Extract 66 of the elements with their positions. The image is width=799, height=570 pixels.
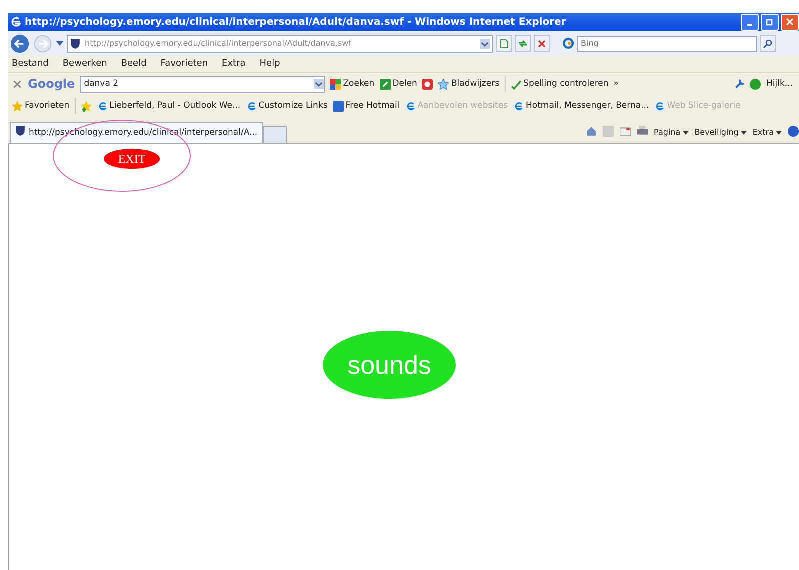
- exit-button[interactable]: EXIT: [104, 149, 160, 169]
- browser-page-icon: [654, 100, 666, 112]
- minimize-icon: [747, 24, 753, 26]
- squares-icon: [330, 78, 342, 90]
- page-icon: [499, 38, 509, 48]
- search-icon: [763, 38, 773, 48]
- favorite-link[interactable]: Customize Links: [246, 100, 328, 112]
- wrench-icon[interactable]: [734, 78, 746, 90]
- command-menu[interactable]: Beveiliging: [694, 128, 747, 137]
- compatibility-button[interactable]: [496, 35, 512, 52]
- caret-icon: [776, 130, 782, 134]
- print-icon[interactable]: [637, 126, 648, 137]
- stop-button[interactable]: [534, 35, 550, 52]
- star-icon: [438, 78, 450, 90]
- close-icon[interactable]: [12, 78, 23, 90]
- favorite-link[interactable]: Free Hotmail: [332, 100, 400, 112]
- restore-icon: [765, 17, 775, 27]
- dropdown-arrow-icon[interactable]: [56, 41, 64, 46]
- toolbar-button[interactable]: Bladwijzers: [438, 78, 500, 90]
- search-button[interactable]: [760, 35, 776, 52]
- menu-item[interactable]: Bewerken: [62, 59, 108, 69]
- browser-page-icon: [404, 100, 416, 112]
- search-field[interactable]: Bing: [577, 36, 757, 52]
- command-menu[interactable]: Pagina: [654, 128, 689, 137]
- browser-logo-icon: [10, 16, 22, 28]
- caret-icon: [682, 130, 689, 134]
- command-menu[interactable]: Extra: [752, 128, 782, 137]
- share-icon: [380, 78, 391, 90]
- star-icon: [12, 100, 23, 112]
- address-field[interactable]: http://psychology.emory.edu/clinical/interpersonal/Adult/danva.swf: [67, 34, 493, 52]
- toolbar-icon[interactable]: [422, 78, 434, 90]
- menu-item[interactable]: Favorieten: [160, 59, 208, 69]
- restore-button[interactable]: [761, 14, 779, 30]
- refresh-icon: [518, 38, 528, 48]
- account-name[interactable]: Hijlk...: [766, 79, 793, 89]
- toolbar-button[interactable]: Delen: [380, 78, 418, 90]
- check-icon: [510, 78, 522, 90]
- search-field[interactable]: danva 2: [80, 76, 326, 92]
- add-favorite-icon[interactable]: [80, 100, 92, 112]
- browser-page-icon: [513, 100, 524, 112]
- shield-icon: [15, 124, 26, 136]
- google-logo: Google: [28, 77, 76, 91]
- toolbar-button[interactable]: Zoeken: [330, 78, 375, 90]
- browser-page-icon: [246, 100, 257, 112]
- menu-item[interactable]: Help: [260, 59, 280, 69]
- back-button[interactable]: [10, 34, 30, 54]
- favorites-button[interactable]: Favorieten: [12, 100, 70, 112]
- favorite-link[interactable]: Hotmail, Messenger, Berna...: [513, 100, 650, 112]
- close-icon: [785, 17, 795, 27]
- home-icon[interactable]: [586, 126, 598, 137]
- shield-icon: [70, 38, 81, 49]
- toolbar-button[interactable]: Spelling controleren: [510, 78, 609, 90]
- menu-item[interactable]: Bestand: [12, 59, 49, 69]
- menu-item[interactable]: Beeld: [121, 59, 147, 69]
- stop-icon: [537, 38, 547, 48]
- menu-item[interactable]: Extra: [222, 59, 246, 69]
- browser-page-icon: [96, 100, 108, 112]
- search-provider-icon: [563, 38, 574, 49]
- caret-icon: [740, 130, 747, 134]
- status-dot-icon: [750, 78, 762, 90]
- refresh-button[interactable]: [515, 35, 531, 52]
- minimize-button[interactable]: [741, 14, 759, 30]
- favorite-link[interactable]: Lieberfeld, Paul - Outlook We...: [96, 100, 241, 112]
- close-button[interactable]: [781, 14, 799, 30]
- more-button[interactable]: »: [614, 79, 619, 89]
- window-title: http://psychology.emory.edu/clinical/interpersonal/Adult/danva.swf - Windows Internet Explorer: [25, 16, 568, 28]
